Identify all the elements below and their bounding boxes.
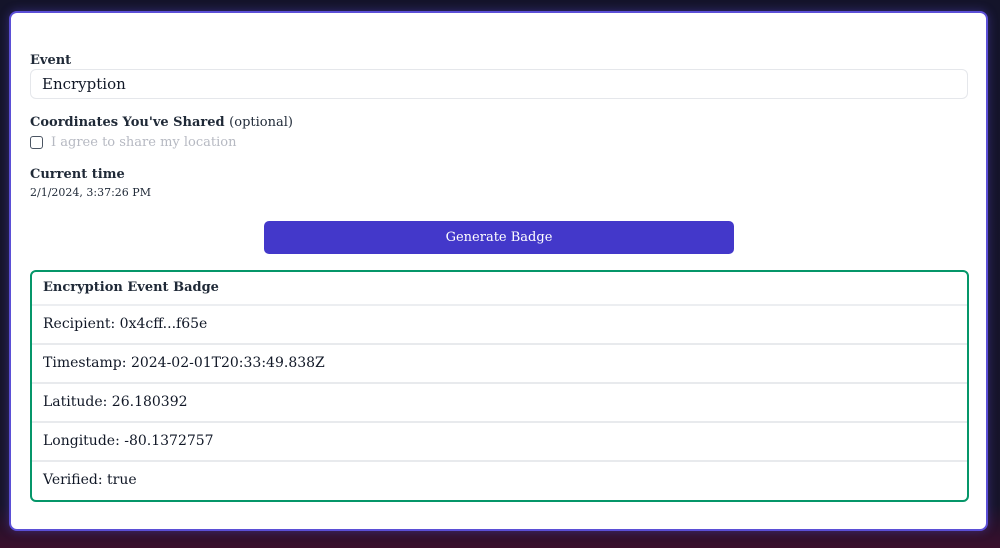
share-location-row[interactable]: I agree to share my location (30, 134, 237, 150)
badge-row-latitude: Latitude: 26.180392 (32, 384, 967, 423)
event-label: Event (30, 53, 72, 68)
optional-text: (optional) (229, 115, 293, 130)
badge-row-recipient: Recipient: 0x4cff...f65e (32, 306, 967, 345)
event-input[interactable] (30, 69, 968, 99)
event-badge: Encryption Event Badge Recipient: 0x4cff… (30, 270, 969, 502)
badge-row-longitude: Longitude: -80.1372757 (32, 423, 967, 462)
badge-row-timestamp: Timestamp: 2024-02-01T20:33:49.838Z (32, 345, 967, 384)
share-location-text: I agree to share my location (51, 134, 237, 150)
current-time-value: 2/1/2024, 3:37:26 PM (30, 186, 151, 199)
generate-badge-button[interactable]: Generate Badge (264, 221, 734, 254)
coordinates-label: Coordinates You've Shared (optional) (30, 115, 293, 130)
badge-form-card: Event Coordinates You've Shared (optiona… (9, 11, 988, 531)
coordinates-label-text: Coordinates You've Shared (30, 115, 225, 130)
badge-row-verified: Verified: true (43, 472, 137, 488)
share-location-checkbox[interactable] (30, 135, 43, 149)
badge-title: Encryption Event Badge (32, 272, 967, 306)
current-time-label: Current time (30, 167, 125, 182)
